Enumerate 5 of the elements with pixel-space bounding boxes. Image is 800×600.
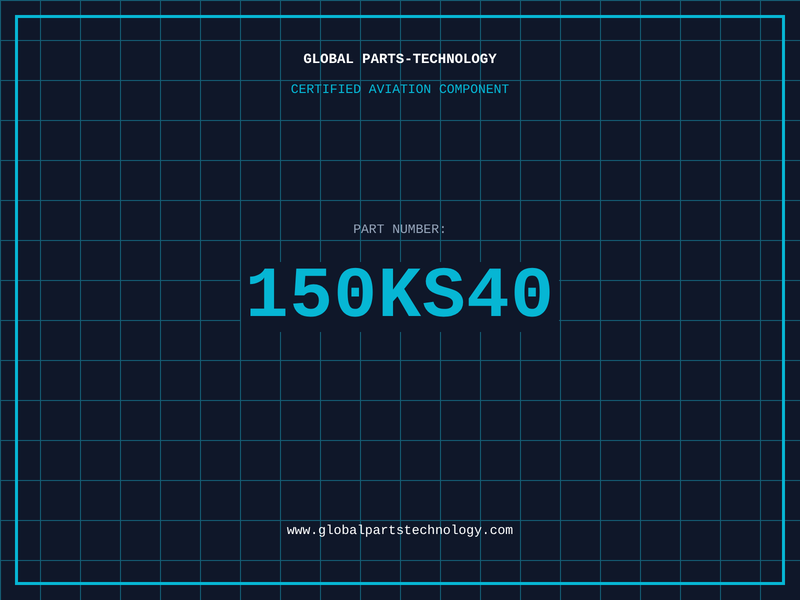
part-number: 150KS40: [241, 262, 559, 332]
company-title: GLOBAL PARTS-TECHNOLOGY: [303, 51, 497, 70]
part-number-label: PART NUMBER:: [353, 221, 447, 239]
website-url: www.globalpartstechnology.com: [286, 522, 514, 540]
subtitle: CERTIFIED AVIATION COMPONENT: [290, 81, 510, 99]
